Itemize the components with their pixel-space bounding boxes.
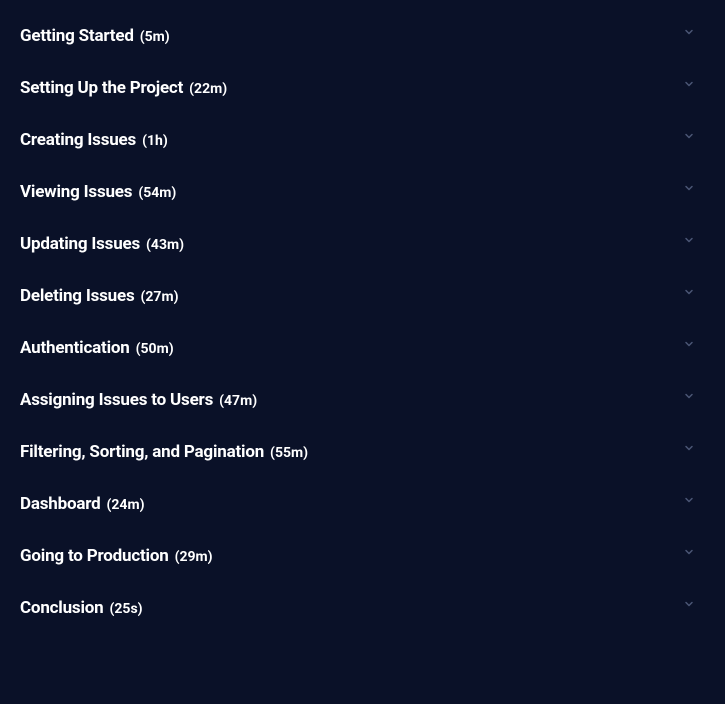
section-duration: (24m) <box>107 497 145 513</box>
chevron-down-icon <box>681 492 697 508</box>
chevron-down-icon <box>681 336 697 352</box>
section-duration: (29m) <box>175 549 213 565</box>
course-section-list: Getting Started (5m) Setting Up the Projec… <box>20 10 705 634</box>
section-duration: (47m) <box>219 393 257 409</box>
section-item[interactable]: Deleting Issues (27m) <box>20 270 705 322</box>
chevron-down-icon <box>681 284 697 300</box>
section-item[interactable]: Updating Issues (43m) <box>20 218 705 270</box>
section-title: Dashboard <box>20 494 101 514</box>
section-header: Filtering, Sorting, and Pagination (55m) <box>20 442 308 462</box>
section-title: Updating Issues <box>20 234 140 254</box>
section-duration: (50m) <box>136 341 174 357</box>
chevron-down-icon <box>681 232 697 248</box>
section-header: Authentication (50m) <box>20 338 174 358</box>
section-header: Deleting Issues (27m) <box>20 286 179 306</box>
section-title: Authentication <box>20 338 130 358</box>
section-duration: (27m) <box>141 289 179 305</box>
section-header: Setting Up the Project (22m) <box>20 78 227 98</box>
chevron-down-icon <box>681 24 697 40</box>
section-item[interactable]: Dashboard (24m) <box>20 478 705 530</box>
section-header: Updating Issues (43m) <box>20 234 184 254</box>
section-item[interactable]: Going to Production (29m) <box>20 530 705 582</box>
section-header: Going to Production (29m) <box>20 546 213 566</box>
section-title: Filtering, Sorting, and Pagination <box>20 442 264 462</box>
section-title: Creating Issues <box>20 130 136 150</box>
chevron-down-icon <box>681 388 697 404</box>
section-header: Getting Started (5m) <box>20 26 170 46</box>
section-duration: (43m) <box>146 237 184 253</box>
section-header: Conclusion (25s) <box>20 598 143 618</box>
chevron-down-icon <box>681 180 697 196</box>
chevron-down-icon <box>681 596 697 612</box>
section-item[interactable]: Conclusion (25s) <box>20 582 705 634</box>
section-item[interactable]: Viewing Issues (54m) <box>20 166 705 218</box>
chevron-down-icon <box>681 128 697 144</box>
chevron-down-icon <box>681 440 697 456</box>
section-header: Assigning Issues to Users (47m) <box>20 390 257 410</box>
section-item[interactable]: Authentication (50m) <box>20 322 705 374</box>
section-duration: (25s) <box>109 601 142 617</box>
section-header: Viewing Issues (54m) <box>20 182 176 202</box>
section-header: Creating Issues (1h) <box>20 130 168 150</box>
section-item[interactable]: Getting Started (5m) <box>20 10 705 62</box>
section-title: Viewing Issues <box>20 182 132 202</box>
chevron-down-icon <box>681 76 697 92</box>
section-title: Deleting Issues <box>20 286 135 306</box>
section-title: Assigning Issues to Users <box>20 390 213 410</box>
section-item[interactable]: Filtering, Sorting, and Pagination (55m) <box>20 426 705 478</box>
section-duration: (1h) <box>142 133 168 149</box>
chevron-down-icon <box>681 544 697 560</box>
section-item[interactable]: Creating Issues (1h) <box>20 114 705 166</box>
section-duration: (55m) <box>270 445 308 461</box>
section-duration: (5m) <box>140 29 170 45</box>
section-item[interactable]: Setting Up the Project (22m) <box>20 62 705 114</box>
section-title: Going to Production <box>20 546 169 566</box>
section-title: Conclusion <box>20 598 103 618</box>
section-item[interactable]: Assigning Issues to Users (47m) <box>20 374 705 426</box>
section-title: Setting Up the Project <box>20 78 183 98</box>
section-title: Getting Started <box>20 26 134 46</box>
section-header: Dashboard (24m) <box>20 494 145 514</box>
section-duration: (22m) <box>189 81 227 97</box>
section-duration: (54m) <box>138 185 176 201</box>
